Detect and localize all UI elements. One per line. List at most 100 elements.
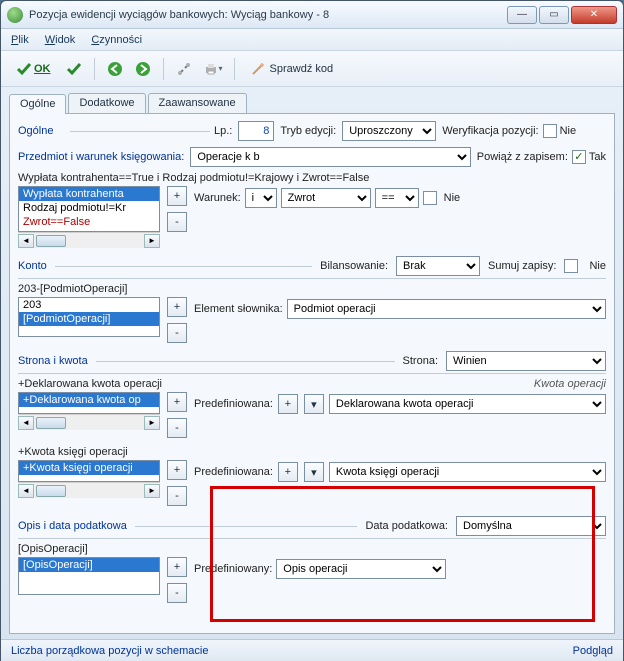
client-area: Ogólne Dodatkowe Zaawansowane Ogólne Lp.… bbox=[1, 87, 623, 639]
list-item[interactable]: +Kwota księgi operacji bbox=[19, 461, 159, 475]
scroll-right[interactable]: ► bbox=[144, 484, 160, 498]
remove-button[interactable]: - bbox=[167, 212, 187, 232]
data-podatkowa-select[interactable]: Domyślna bbox=[456, 516, 606, 536]
legend-strona: Strona i kwota bbox=[18, 355, 88, 367]
accept-button[interactable] bbox=[62, 57, 86, 81]
dropdown-button[interactable]: ▾ bbox=[304, 462, 324, 482]
legend-ogolne: Ogólne bbox=[18, 125, 66, 137]
ok-label: OK bbox=[34, 63, 51, 75]
tabstrip: Ogólne Dodatkowe Zaawansowane bbox=[9, 93, 615, 114]
tryb-label: Tryb edycji: bbox=[280, 125, 336, 137]
scroll-thumb[interactable] bbox=[36, 235, 66, 247]
check-code-label: Sprawdź kod bbox=[270, 63, 334, 75]
scroll-right[interactable]: ► bbox=[144, 416, 160, 430]
forward-button[interactable] bbox=[131, 57, 155, 81]
weryfikacja-checkbox[interactable] bbox=[543, 124, 557, 138]
predef-label: Predefiniowana: bbox=[194, 466, 273, 478]
check-icon bbox=[66, 61, 82, 77]
list-item[interactable]: Wypłata kontrahenta bbox=[19, 187, 159, 201]
strona-select[interactable]: Winien bbox=[446, 351, 606, 371]
remove-button[interactable]: - bbox=[167, 418, 187, 438]
kk-list[interactable]: +Kwota księgi operacji bbox=[18, 460, 160, 482]
check-code-button[interactable]: Sprawdź kod bbox=[243, 57, 341, 81]
sumuj-checkbox[interactable] bbox=[564, 259, 578, 273]
predef-select-2[interactable]: Kwota księgi operacji bbox=[329, 462, 606, 482]
list-item[interactable]: +Deklarowana kwota op bbox=[19, 393, 159, 407]
konto-sub: 203-[PodmiotOperacji] bbox=[18, 283, 606, 295]
maximize-button[interactable]: ▭ bbox=[539, 6, 569, 24]
sumuj-value: Nie bbox=[589, 260, 606, 272]
plus-button[interactable]: + bbox=[278, 462, 298, 482]
separator bbox=[234, 58, 235, 80]
dropdown-arrow-icon: ▾ bbox=[219, 64, 223, 73]
titlebar[interactable]: Pozycja ewidencji wyciągów bankowych: Wy… bbox=[1, 1, 623, 29]
h-scrollbar[interactable]: ◄ ► bbox=[18, 414, 160, 430]
window: Pozycja ewidencji wyciągów bankowych: Wy… bbox=[0, 0, 624, 661]
status-right: Podgląd bbox=[573, 645, 613, 657]
dk-list[interactable]: +Deklarowana kwota op bbox=[18, 392, 160, 414]
dk-header: +Deklarowana kwota operacji bbox=[18, 378, 162, 390]
element-select[interactable]: Podmiot operacji bbox=[287, 299, 606, 319]
ok-button[interactable]: OK bbox=[9, 57, 58, 81]
tools-icon bbox=[176, 61, 192, 77]
menu-plik[interactable]: Plik bbox=[11, 34, 29, 46]
lp-input[interactable] bbox=[238, 121, 274, 141]
warunek-checkbox[interactable] bbox=[423, 191, 437, 205]
cmp-select[interactable]: == bbox=[375, 188, 419, 208]
add-button[interactable]: + bbox=[167, 297, 187, 317]
back-button[interactable] bbox=[103, 57, 127, 81]
window-title: Pozycja ewidencji wyciągów bankowych: Wy… bbox=[29, 9, 505, 21]
warunek-list[interactable]: Wypłata kontrahenta Rodzaj podmiotu!=Kr … bbox=[18, 186, 160, 232]
remove-button[interactable]: - bbox=[167, 323, 187, 343]
print-button[interactable]: ▾ bbox=[200, 57, 226, 81]
predef-label-opis: Predefiniowany: bbox=[194, 563, 272, 575]
powiaz-label: Powiąż z zapisem: bbox=[477, 151, 568, 163]
tools-button[interactable] bbox=[172, 57, 196, 81]
dropdown-button[interactable]: ▾ bbox=[304, 394, 324, 414]
field-select[interactable]: Zwrot bbox=[281, 188, 371, 208]
list-item[interactable]: [OpisOperacji] bbox=[19, 558, 159, 572]
opis-list[interactable]: [OpisOperacji] bbox=[18, 557, 160, 595]
scroll-thumb[interactable] bbox=[36, 417, 66, 429]
list-item[interactable]: [PodmiotOperacji] bbox=[19, 312, 159, 326]
element-label: Element słownika: bbox=[194, 303, 283, 315]
sumuj-label: Sumuj zapisy: bbox=[488, 260, 556, 272]
menu-widok[interactable]: Widok bbox=[45, 34, 76, 46]
scroll-thumb[interactable] bbox=[36, 485, 66, 497]
remove-button[interactable]: - bbox=[167, 486, 187, 506]
scroll-left[interactable]: ◄ bbox=[18, 234, 34, 248]
add-button[interactable]: + bbox=[167, 392, 187, 412]
op-select[interactable]: i bbox=[245, 188, 277, 208]
warunek-label: Warunek: bbox=[194, 192, 241, 204]
tab-ogolne[interactable]: Ogólne bbox=[9, 94, 66, 114]
list-item[interactable]: 203 bbox=[19, 298, 159, 312]
powiaz-checkbox[interactable] bbox=[572, 150, 586, 164]
tryb-select[interactable]: Uproszczony bbox=[342, 121, 436, 141]
konto-list[interactable]: 203 [PodmiotOperacji] bbox=[18, 297, 160, 337]
h-scrollbar[interactable]: ◄ ► bbox=[18, 482, 160, 498]
predef-select-1[interactable]: Deklarowana kwota operacji bbox=[329, 394, 606, 414]
tab-zaawansowane[interactable]: Zaawansowane bbox=[148, 93, 247, 113]
add-button[interactable]: + bbox=[167, 557, 187, 577]
plus-button[interactable]: + bbox=[278, 394, 298, 414]
tab-dodatkowe[interactable]: Dodatkowe bbox=[68, 93, 145, 113]
remove-button[interactable]: - bbox=[167, 583, 187, 603]
list-item[interactable]: Zwrot==False bbox=[19, 215, 159, 229]
h-scrollbar[interactable]: ◄ ► bbox=[18, 232, 160, 248]
opis-predef-select[interactable]: Opis operacji bbox=[276, 559, 446, 579]
close-button[interactable]: ✕ bbox=[571, 6, 617, 24]
add-button[interactable]: + bbox=[167, 460, 187, 480]
bilans-select[interactable]: Brak bbox=[396, 256, 480, 276]
lp-label: Lp.: bbox=[214, 125, 232, 137]
scroll-left[interactable]: ◄ bbox=[18, 484, 34, 498]
list-item[interactable]: Rodzaj podmiotu!=Kr bbox=[19, 201, 159, 215]
predef-label: Predefiniowana: bbox=[194, 398, 273, 410]
minimize-button[interactable]: — bbox=[507, 6, 537, 24]
scroll-right[interactable]: ► bbox=[144, 234, 160, 248]
menu-czynnosci[interactable]: Czynności bbox=[91, 34, 142, 46]
add-button[interactable]: + bbox=[167, 186, 187, 206]
przedmiot-select[interactable]: Operacje k b bbox=[190, 147, 470, 167]
scroll-left[interactable]: ◄ bbox=[18, 416, 34, 430]
arrow-right-icon bbox=[135, 61, 151, 77]
menubar: Plik Widok Czynności bbox=[1, 29, 623, 51]
